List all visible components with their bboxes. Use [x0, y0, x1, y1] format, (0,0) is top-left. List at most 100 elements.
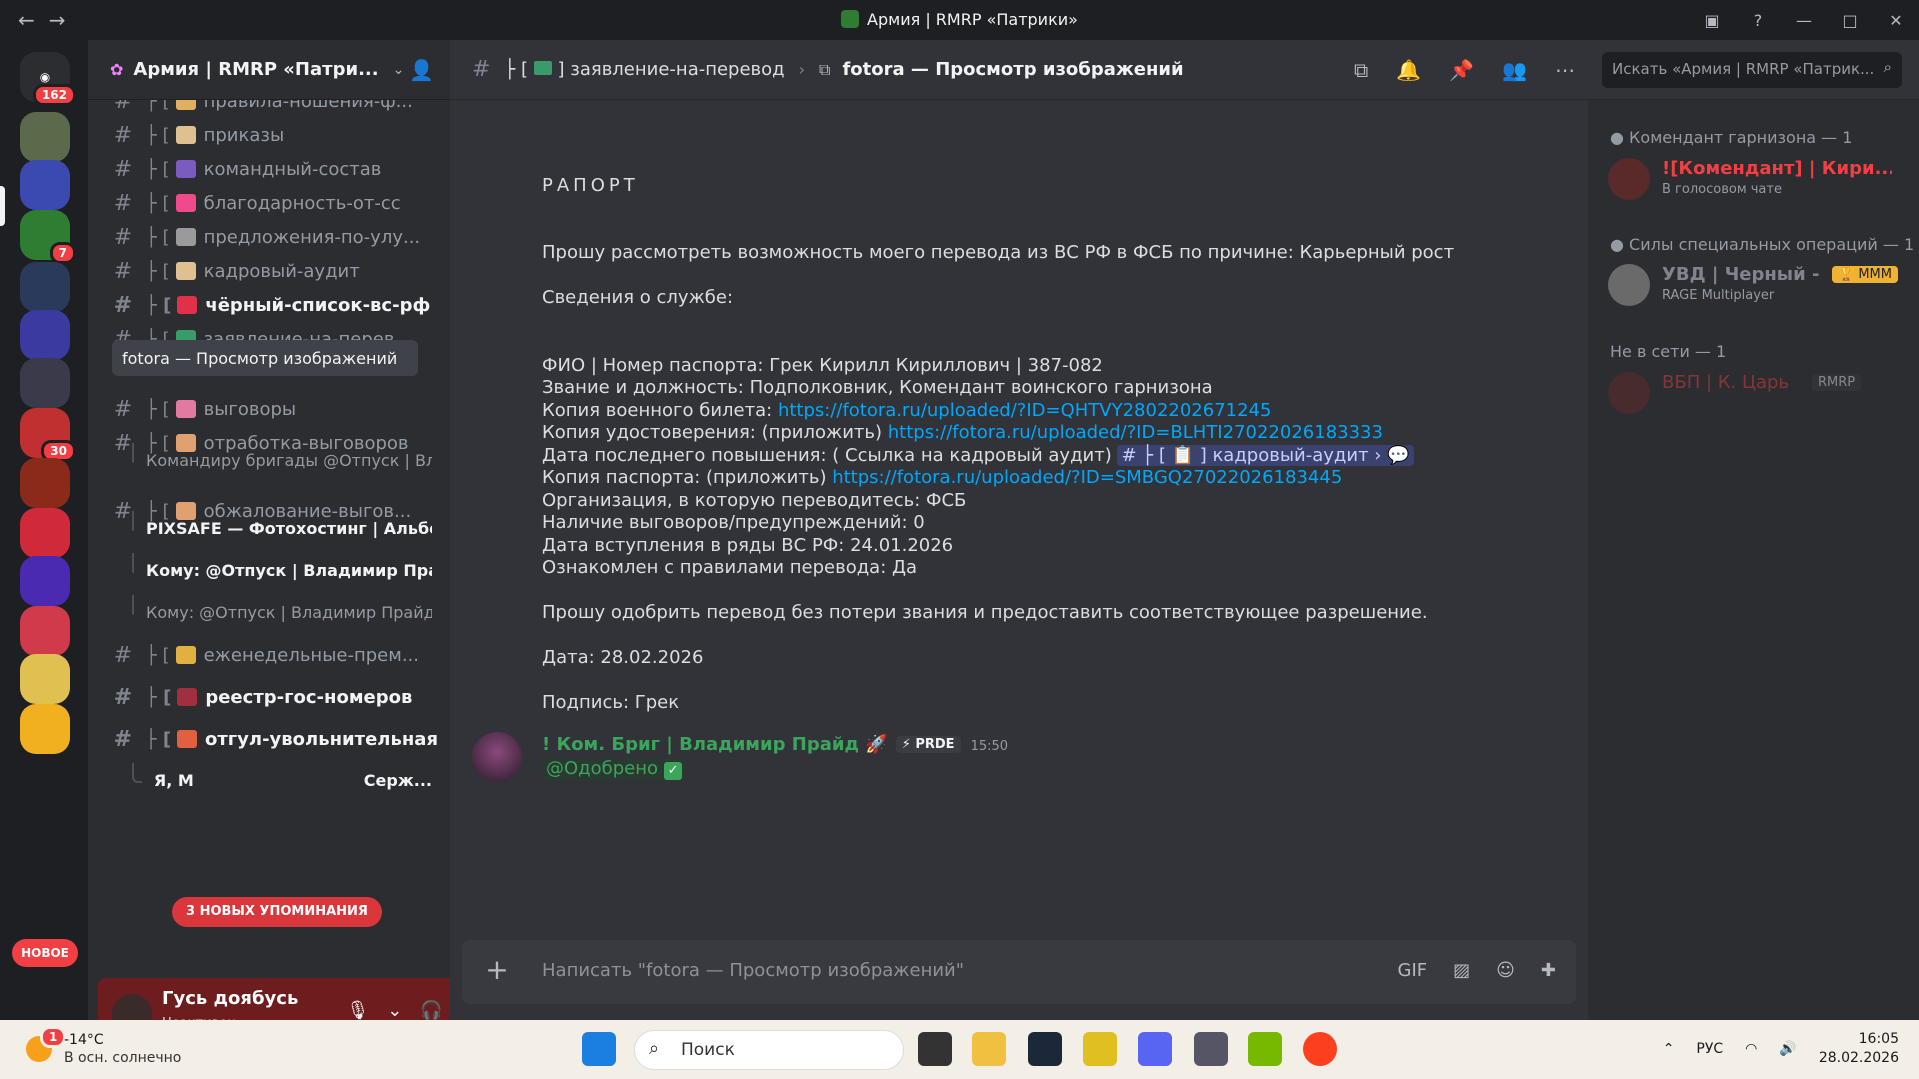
new-pill[interactable]: НОВОЕ [12, 939, 78, 967]
server-icon[interactable] [20, 262, 70, 312]
thread-item[interactable]: Кому: @Отпуск | Владимир Прайд ... [132, 594, 432, 630]
minimize-button[interactable]: — [1781, 11, 1827, 30]
server-header[interactable]: ✿ Армия | RMRP «Патри... ⌄ 👤 [88, 40, 450, 100]
channel-item[interactable]: # ├ [приказы [98, 116, 438, 154]
windows-start-icon[interactable] [582, 1032, 616, 1066]
pin-icon[interactable]: 📌 [1449, 58, 1474, 82]
user-name[interactable]: Гусь доябусь [162, 988, 298, 1009]
channel-mention[interactable]: # ├ [ 📋 ] кадровый-аудит › 💬 [1117, 445, 1414, 466]
task-view-icon[interactable] [918, 1032, 952, 1066]
member-item[interactable]: ВБП | К. Царь RMRP [1608, 366, 1908, 418]
explorer-icon[interactable] [972, 1032, 1006, 1066]
server-icon[interactable] [20, 508, 70, 558]
weather-desc: В осн. солнечно [64, 1050, 182, 1066]
gif-icon[interactable]: GIF [1398, 960, 1428, 981]
link[interactable]: https://fotora.ru/uploaded/?ID=QHTVY2802… [778, 400, 1272, 421]
app-icon[interactable] [1083, 1032, 1117, 1066]
help-icon[interactable]: ? [1735, 11, 1781, 30]
inbox-icon[interactable]: ▣ [1689, 11, 1735, 30]
breadcrumb-channel[interactable]: ├ [ ] заявление-на-перевод [504, 59, 784, 80]
avatar[interactable] [472, 732, 522, 782]
language-indicator[interactable]: РУС [1696, 1041, 1723, 1057]
message-input[interactable]: Написать "fotora — Просмотр изображений" [542, 960, 964, 981]
server-icon[interactable] [20, 358, 70, 408]
channel-item[interactable]: # ├ [выговоры [98, 390, 438, 428]
steam-icon[interactable] [1028, 1032, 1062, 1066]
message-line: Прошу одобрить перевод без потери звания… [542, 602, 1428, 623]
author-name[interactable]: ! Ком. Бриг | Владимир Прайд 🚀 [542, 734, 888, 755]
emoji-icon[interactable]: ☺ [1496, 960, 1515, 981]
message-line: Копия паспорта: (приложить) https://foto… [542, 467, 1342, 488]
channel-item[interactable]: # ├ [предложения-по-улу... [98, 218, 438, 256]
maximize-button[interactable]: □ [1827, 11, 1873, 30]
selected-indicator [0, 186, 5, 226]
role-mention[interactable]: @Одобрено ✓ [542, 758, 687, 780]
thread-item[interactable]: Я, М Серж... [132, 762, 432, 798]
taskbar: 1 -14°C В осн. солнечно ⌕ Поиск ⌃ РУС ◠ 🔊… [0, 1020, 1919, 1079]
search-placeholder: Искать «Армия | RMRP «Патрик... [1612, 60, 1875, 78]
close-button[interactable]: ✕ [1873, 11, 1919, 30]
microphone-icon[interactable]: 🎙 [346, 1000, 369, 1021]
channel-item[interactable]: # ├ [командный-состав [98, 150, 438, 188]
channel-item[interactable]: # ├ [кадровый-аудит [98, 252, 438, 290]
server-icon[interactable] [20, 704, 70, 754]
link[interactable]: https://fotora.ru/uploaded/?ID=SMBGQ2702… [832, 467, 1342, 488]
discord-icon[interactable] [1138, 1032, 1172, 1066]
app-icon[interactable] [1194, 1032, 1228, 1066]
channel-item[interactable]: # ├ [чёрный-список-вс-рф [98, 286, 438, 324]
member-group-header: Не в сети — 1 [1610, 342, 1727, 361]
thread-item-active[interactable]: fotora — Просмотр изображений [112, 340, 418, 376]
members-icon[interactable]: 👥 [1502, 58, 1527, 82]
volume-icon[interactable]: 🔊 [1779, 1041, 1796, 1057]
home-button[interactable]: ◉ 162 [20, 52, 76, 106]
search-input[interactable]: Искать «Армия | RMRP «Патрик... ⌕ [1602, 52, 1902, 88]
bell-icon[interactable]: 🔔 [1396, 58, 1421, 82]
thread-item[interactable]: PIXSAFE — Фотохостинг | Альбом ... [132, 510, 432, 546]
member-item[interactable]: УВД | Черный - ... 🏆 MMM RAGE Multiplaye… [1608, 258, 1908, 310]
line-label: Дата последнего повышения: ( Ссылка на к… [542, 445, 1118, 466]
chevron-up-icon[interactable]: ⌃ [1663, 1041, 1675, 1057]
server-icon[interactable]: 7 [20, 210, 76, 264]
server-icon[interactable] [20, 458, 70, 508]
invite-icon[interactable]: 👤 [409, 58, 434, 82]
apps-icon[interactable]: ✚ [1541, 960, 1556, 981]
message-author[interactable]: ! Ком. Бриг | Владимир Прайд 🚀 ⚡ PRDE 15:5… [542, 734, 1008, 755]
link[interactable]: https://fotora.ru/uploaded/?ID=BLHTI2702… [888, 422, 1383, 443]
chevron-down-icon: ⌄ [392, 61, 405, 78]
clock[interactable]: 16:05 28.02.2026 [1819, 1030, 1899, 1068]
more-icon[interactable]: ⋯ [1555, 58, 1575, 82]
server-icon[interactable] [20, 112, 70, 162]
mentions-pill[interactable]: 3 НОВЫХ УПОМИНАНИЯ [172, 897, 382, 927]
clock-time: 16:05 [1858, 1031, 1899, 1047]
window-controls: ▣ ? — □ ✕ [1689, 0, 1919, 40]
member-item[interactable]: ![Комендант] | Кири... В голосовом чате [1608, 152, 1908, 204]
window-title: Армия | RMRP «Патрики» [0, 10, 1919, 29]
channel-emoji-icon [175, 262, 196, 280]
channel-item[interactable]: # ├ [еженедельные-прем... [98, 636, 438, 674]
server-icon[interactable] [20, 310, 70, 360]
chevron-down-icon[interactable]: ⌄ [387, 1000, 402, 1021]
channel-item[interactable]: # ├ [благодарность-от-сс [98, 184, 438, 222]
yandex-browser-icon[interactable] [1303, 1032, 1337, 1066]
wifi-icon[interactable]: ◠ [1745, 1041, 1757, 1057]
taskbar-search[interactable]: ⌕ Поиск [634, 1030, 904, 1070]
server-icon[interactable] [20, 654, 70, 704]
threads-icon[interactable]: ⧉ [1354, 58, 1368, 82]
hash-icon: # [113, 190, 133, 216]
server-icon[interactable] [20, 606, 70, 656]
channel-item[interactable]: # ├ [реестр-гос-номеров [98, 678, 438, 716]
nvidia-icon[interactable] [1248, 1032, 1282, 1066]
sticker-icon[interactable]: ▨ [1453, 960, 1470, 981]
server-icon[interactable] [20, 556, 70, 606]
thread-item[interactable]: Кому: @Отпуск | Владимир Прайд ... [132, 552, 432, 588]
channel-label: благодарность-от-сс [203, 192, 401, 214]
thread-item[interactable]: Командиру бригады @Отпуск | Вл... [132, 442, 432, 478]
message-line: Ознакомлен с правилами перевода: Да [542, 557, 918, 578]
headphones-icon[interactable]: 🎧 [420, 1000, 442, 1021]
channel-item[interactable]: # ├ [отгул-увольнительная [98, 720, 438, 758]
server-icon[interactable]: 30 [20, 408, 76, 462]
add-attachment-button[interactable]: + [482, 956, 512, 986]
line-label: Копия паспорта: (приложить) [542, 467, 833, 488]
server-icon[interactable] [20, 160, 70, 210]
search-label: Поиск [681, 1040, 735, 1060]
